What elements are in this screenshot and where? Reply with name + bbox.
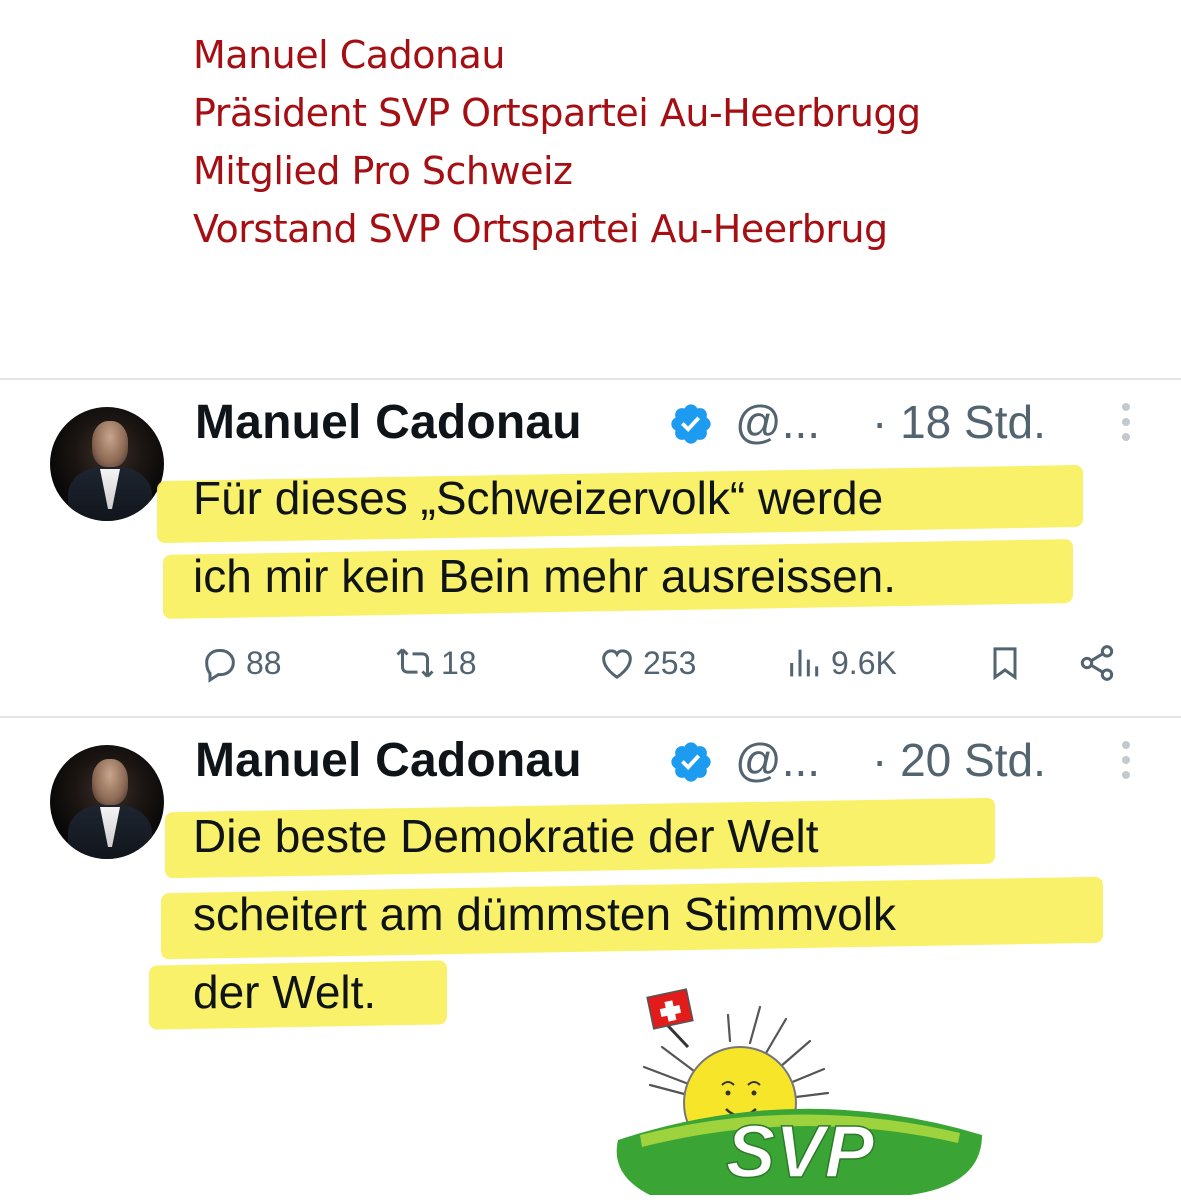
repost-button[interactable]: 18 xyxy=(395,638,477,688)
author-handle[interactable]: @... xyxy=(735,733,820,787)
more-options-icon[interactable] xyxy=(1119,741,1133,781)
tweet-timestamp[interactable]: · 20 Std. xyxy=(872,733,1046,787)
avatar[interactable] xyxy=(50,407,164,521)
reply-button[interactable]: 88 xyxy=(200,638,282,688)
tweet-1[interactable]: Manuel Cadonau @... · 18 Std. Für dieses… xyxy=(0,395,1181,715)
divider xyxy=(0,378,1181,380)
caption-name: Manuel Cadonau xyxy=(193,33,505,77)
heart-icon xyxy=(602,649,632,679)
repost-icon xyxy=(396,648,434,678)
views-count: 9.6K xyxy=(831,644,897,681)
verified-badge-icon xyxy=(671,742,711,782)
tweet-actions: 88 18 253 9.6K xyxy=(195,638,1125,688)
tweet-text: Für dieses „Schweizervolk“ werde ich mir… xyxy=(157,459,1083,619)
views-chart-icon xyxy=(790,649,819,677)
bookmark-icon xyxy=(993,647,1017,681)
caption-role-president: Präsident SVP Ortspartei Au-Heerbrugg xyxy=(193,91,921,135)
logo-text: SVP xyxy=(726,1110,875,1193)
reply-icon xyxy=(205,649,235,683)
share-button[interactable] xyxy=(1077,638,1123,688)
avatar[interactable] xyxy=(50,745,164,859)
tweet-timestamp[interactable]: · 18 Std. xyxy=(872,395,1046,449)
like-button[interactable]: 253 xyxy=(597,638,696,688)
verified-badge-icon xyxy=(671,404,711,444)
author-name[interactable]: Manuel Cadonau xyxy=(195,733,582,788)
views-button[interactable]: 9.6K xyxy=(785,638,897,688)
reply-count: 88 xyxy=(246,644,282,681)
author-name[interactable]: Manuel Cadonau xyxy=(195,395,582,450)
caption-role-member: Mitglied Pro Schweiz xyxy=(193,149,573,193)
repost-count: 18 xyxy=(441,644,477,681)
bookmark-button[interactable] xyxy=(985,638,1031,688)
more-options-icon[interactable] xyxy=(1119,403,1133,443)
tweet-2[interactable]: Manuel Cadonau @... · 20 Std. Die beste … xyxy=(0,733,1181,1053)
tweet-header: Manuel Cadonau @... · 20 Std. xyxy=(195,733,1155,793)
like-count: 253 xyxy=(643,644,697,681)
divider xyxy=(0,716,1181,718)
tweet-header: Manuel Cadonau @... · 18 Std. xyxy=(195,395,1155,455)
author-handle[interactable]: @... xyxy=(735,395,820,449)
svp-logo: SVP xyxy=(616,988,982,1195)
caption-role-board: Vorstand SVP Ortspartei Au-Heerbrug xyxy=(193,207,888,251)
caption-block: Manuel Cadonau Präsident SVP Ortspartei … xyxy=(193,26,921,258)
share-icon xyxy=(1080,645,1114,681)
